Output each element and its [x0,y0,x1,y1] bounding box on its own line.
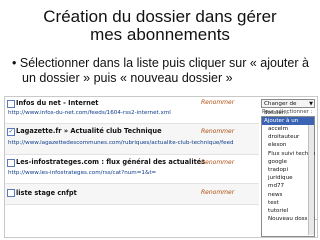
folder-option[interactable]: md77 [262,182,314,190]
folder-menu[interactable]: Ajouter à un dossier accelm droitauteur … [261,116,317,237]
slide-title-line2: mes abonnements [90,25,230,44]
rename-link[interactable]: Renommer [201,128,234,135]
subscription-title[interactable]: liste stage cnfpt [16,189,77,197]
subscription-row[interactable]: ✓ Lagazette.fr » Actualité club Techniqu… [5,124,259,155]
slide-body: • Sélectionner dans la liste puis clique… [12,56,320,86]
folder-option[interactable]: tutoriel [262,207,314,215]
folder-option[interactable]: accelm [262,125,314,133]
slide-body-line2: un dossier » puis « nouveau dossier » [22,71,233,85]
folder-option[interactable]: juridique [262,174,314,182]
row-checkbox[interactable] [7,189,15,197]
subscription-row[interactable]: liste stage cnfpt Renommer [5,184,259,205]
subscription-title[interactable]: Infos du net - Internet [16,99,98,107]
row-checkbox[interactable] [7,100,15,108]
folder-option[interactable]: test [262,199,314,207]
subscription-row[interactable]: Les-infostrateges.com : flux général des… [5,155,259,184]
folder-menu-scrollbar[interactable] [308,125,314,235]
folder-option[interactable]: news [262,191,314,199]
subscription-url[interactable]: http://www.lagazettedescommunes.com/rubr… [8,140,234,146]
slide-title-line1: Création du dossier dans gérer [43,7,277,26]
row-checkbox-checked[interactable]: ✓ [7,128,15,136]
folder-option[interactable]: elexon [262,141,314,149]
select-label: Pour sélectionner : [262,109,313,115]
chevron-down-icon: ▼ [309,101,313,107]
new-folder-option[interactable]: Nouveau dossier... [262,215,317,223]
folder-option[interactable]: Flux suivi techno [262,150,315,158]
folder-option-add[interactable]: Ajouter à un dossier [262,117,314,132]
folder-option[interactable]: tradopi [262,166,314,174]
folder-option[interactable]: google [262,158,314,166]
rename-link[interactable]: Renommer [201,189,234,196]
folder-option[interactable]: droitauteur [262,133,314,141]
change-folder-dropdown[interactable]: Changer de dossier... ▼ [261,99,315,116]
rename-link[interactable]: Renommer [201,99,234,106]
row-checkbox[interactable] [7,159,15,167]
subscription-title[interactable]: Les-infostrateges.com : flux général des… [16,158,205,166]
slide-body-line1: • Sélectionner dans la liste puis clique… [12,56,309,70]
subscription-url[interactable]: http://www.infos-du-net.com/feeds/1604-r… [8,110,171,116]
slide-title: Création du dossier dans gérer mes abonn… [0,8,320,44]
subscription-row[interactable]: Infos du net - Internet http://www.infos… [5,97,259,124]
subscriptions-screenshot: Infos du net - Internet http://www.infos… [4,96,318,238]
subscription-url[interactable]: http://www.les-infostrateges.com/rss/cat… [8,170,156,176]
subscription-title[interactable]: Lagazette.fr » Actualité club Technique [16,127,162,135]
rename-link[interactable]: Renommer [201,159,234,166]
